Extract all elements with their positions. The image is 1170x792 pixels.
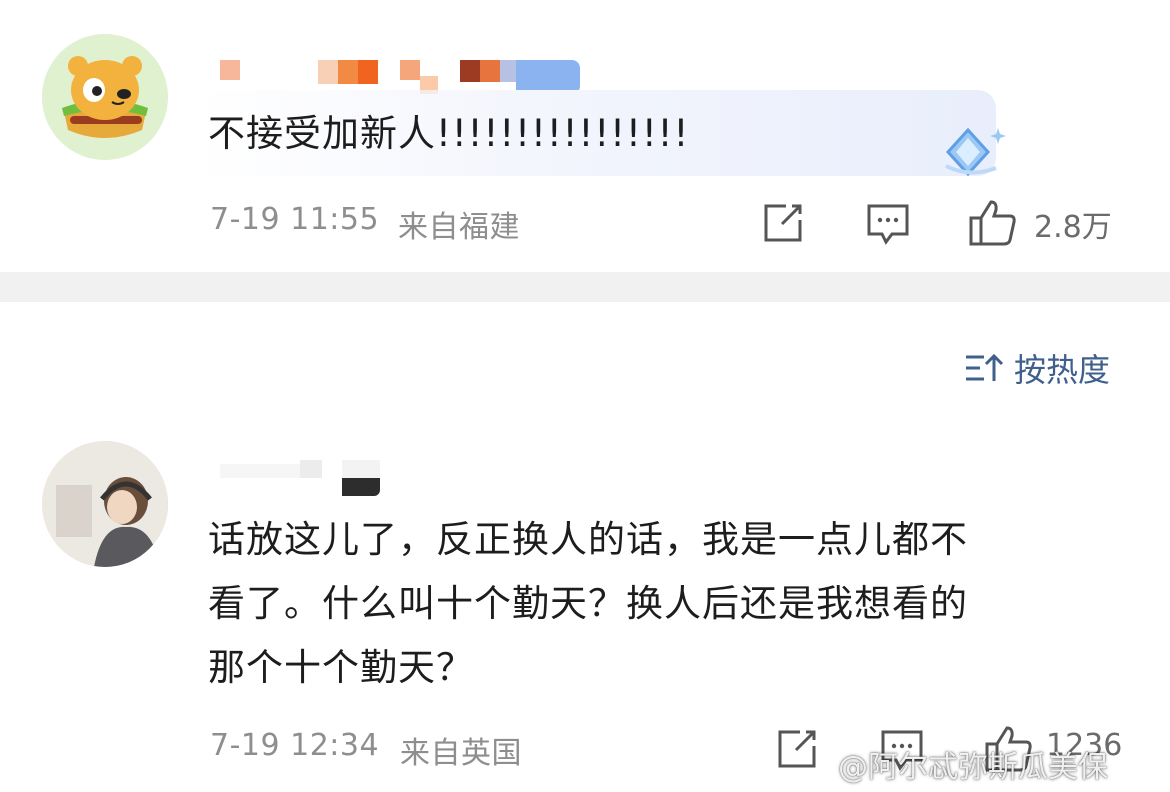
comment-text-line-3: 那个十个勤天？ [208,646,474,689]
girl-headphones-avatar-icon [42,441,168,567]
comment-location: 来自英国 [400,736,522,771]
comment-text-line-1: 话放这儿了，反正换人的话，我是一点儿都不 [208,518,968,561]
comment-text: 不接受加新人!!!!!!!!!!!!!!!! [208,112,690,155]
share-icon[interactable] [776,728,818,774]
comment-time: 7-19 11:55 [210,202,380,237]
comment-icon[interactable] [866,202,910,250]
section-divider [0,272,1170,302]
sort-by-hot-button[interactable]: 按热度 [964,346,1110,390]
comment-text-line-2: 看了。什么叫十个勤天？换人后还是我想看的 [208,582,968,625]
sort-icon [966,353,1004,381]
comment-time: 7-19 12:34 [210,728,380,763]
share-icon[interactable] [762,202,804,248]
username-redacted[interactable] [220,60,580,94]
burger-bear-avatar-icon [42,34,168,160]
username-redacted[interactable] [220,460,390,496]
like-count: 2.8万 [1034,210,1112,245]
user-avatar[interactable] [42,34,168,160]
like-icon[interactable] [968,198,1018,250]
user-avatar[interactable] [42,441,168,567]
diamond-badge-icon [938,122,1010,190]
comment-location: 来自福建 [398,210,520,245]
sort-label: 按热度 [1014,351,1111,389]
watermark: @阿尔忒弥斯瓜美保 [838,750,1108,785]
